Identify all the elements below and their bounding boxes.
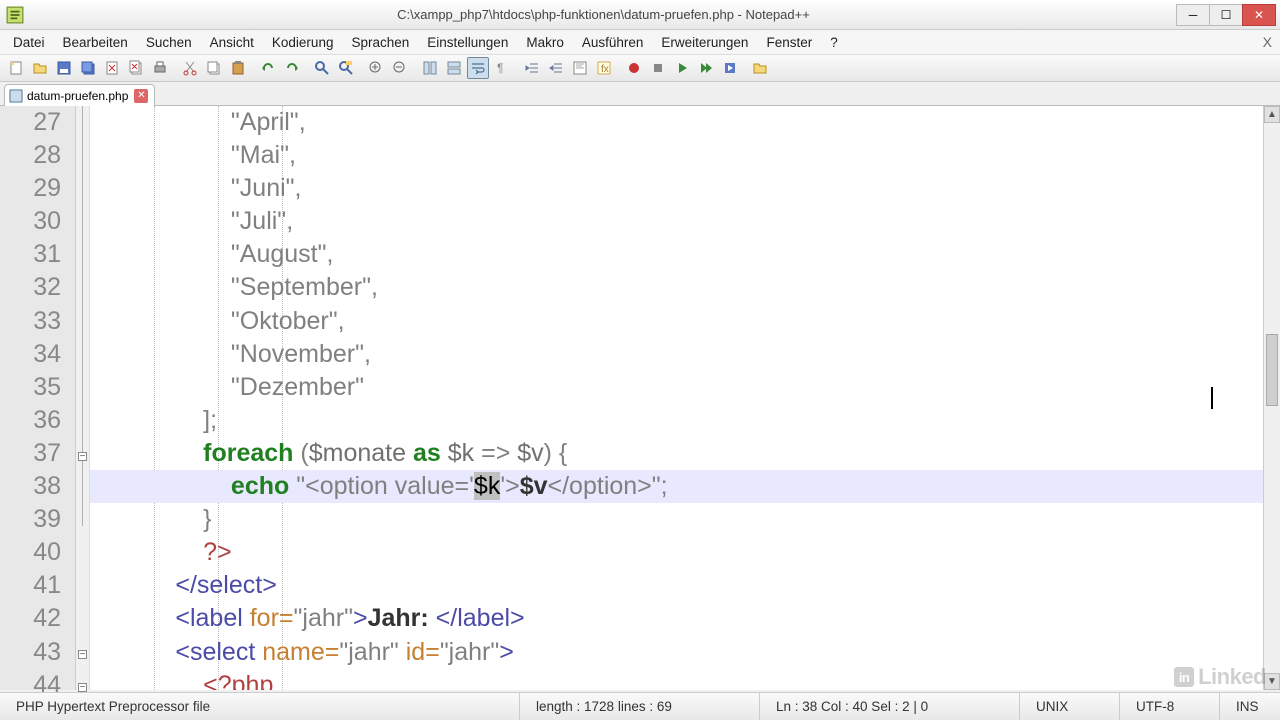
- maximize-button[interactable]: ☐: [1209, 4, 1243, 26]
- toolbar: ¶ fx: [0, 54, 1280, 82]
- status-position: Ln : 38 Col : 40 Sel : 2 | 0: [760, 693, 1020, 720]
- macro-play-icon[interactable]: [671, 57, 693, 79]
- code-line[interactable]: <select name="jahr" id="jahr">: [90, 636, 1280, 669]
- code-line[interactable]: "April",: [90, 106, 1280, 139]
- copy-icon[interactable]: [203, 57, 225, 79]
- show-symbols-icon[interactable]: ¶: [491, 57, 513, 79]
- fold-toggle-icon[interactable]: −: [78, 452, 87, 461]
- code-line[interactable]: "Oktober",: [90, 305, 1280, 338]
- tab-bar: datum-pruefen.php ✕: [0, 82, 1280, 106]
- file-tab[interactable]: datum-pruefen.php ✕: [4, 84, 155, 106]
- close-button[interactable]: ✕: [1242, 4, 1276, 26]
- tab-close-icon[interactable]: ✕: [134, 89, 148, 103]
- zoom-in-icon[interactable]: [365, 57, 387, 79]
- code-line[interactable]: foreach ($monate as $k => $v) {: [90, 437, 1280, 470]
- macro-stop-icon[interactable]: [647, 57, 669, 79]
- app-icon: [6, 6, 24, 24]
- close-all-icon[interactable]: [125, 57, 147, 79]
- save-all-icon[interactable]: [77, 57, 99, 79]
- editor-area: 272829303132333435363738394041424344 − −…: [0, 106, 1280, 690]
- status-encoding: UTF-8: [1120, 693, 1220, 720]
- window-title: C:\xampp_php7\htdocs\php-funktionen\datu…: [30, 7, 1177, 22]
- minimize-button[interactable]: ─: [1176, 4, 1210, 26]
- outdent-icon[interactable]: [545, 57, 567, 79]
- code-line[interactable]: <?php: [90, 669, 1280, 690]
- code-line[interactable]: <label for="jahr">Jahr: </label>: [90, 602, 1280, 635]
- zoom-out-icon[interactable]: [389, 57, 411, 79]
- save-icon[interactable]: [53, 57, 75, 79]
- menu-item[interactable]: Kodierung: [263, 33, 343, 52]
- menu-item[interactable]: Erweiterungen: [652, 33, 757, 52]
- code-line[interactable]: "August",: [90, 238, 1280, 271]
- code-line[interactable]: "Mai",: [90, 139, 1280, 172]
- code-line[interactable]: ];: [90, 404, 1280, 437]
- find-icon[interactable]: [311, 57, 333, 79]
- scroll-thumb[interactable]: [1266, 334, 1278, 406]
- print-icon[interactable]: [149, 57, 171, 79]
- redo-icon[interactable]: [281, 57, 303, 79]
- code-line[interactable]: "November",: [90, 338, 1280, 371]
- cut-icon[interactable]: [179, 57, 201, 79]
- scroll-down-icon[interactable]: ▼: [1264, 673, 1280, 690]
- doc-map-icon[interactable]: [569, 57, 591, 79]
- fold-toggle-icon[interactable]: −: [78, 650, 87, 659]
- status-language: PHP Hypertext Preprocessor file: [0, 693, 520, 720]
- sync-v-icon[interactable]: [419, 57, 441, 79]
- replace-icon[interactable]: [335, 57, 357, 79]
- mdi-close-button[interactable]: X: [1263, 34, 1272, 50]
- menu-bar: Datei Bearbeiten Suchen Ansicht Kodierun…: [0, 30, 1280, 54]
- open-file-icon[interactable]: [29, 57, 51, 79]
- new-file-icon[interactable]: [5, 57, 27, 79]
- sync-h-icon[interactable]: [443, 57, 465, 79]
- menu-item[interactable]: Bearbeiten: [54, 33, 137, 52]
- status-insert-mode: INS: [1220, 693, 1280, 720]
- status-bar: PHP Hypertext Preprocessor file length :…: [0, 692, 1280, 720]
- macro-record-icon[interactable]: [623, 57, 645, 79]
- menu-item[interactable]: ?: [821, 33, 847, 52]
- menu-item[interactable]: Suchen: [137, 33, 201, 52]
- code-line[interactable]: echo "<option value='$k'>$v</option>";: [90, 470, 1280, 503]
- fold-toggle-icon[interactable]: −: [78, 683, 87, 692]
- code-line[interactable]: }: [90, 503, 1280, 536]
- macro-save-icon[interactable]: [719, 57, 741, 79]
- code-line[interactable]: "September",: [90, 271, 1280, 304]
- word-wrap-icon[interactable]: [467, 57, 489, 79]
- indent-icon[interactable]: [521, 57, 543, 79]
- undo-icon[interactable]: [257, 57, 279, 79]
- text-cursor-icon: [1211, 387, 1213, 409]
- file-type-icon: [9, 89, 23, 103]
- code-line[interactable]: </select>: [90, 569, 1280, 602]
- status-eol: UNIX: [1020, 693, 1120, 720]
- svg-text:¶: ¶: [497, 61, 503, 75]
- fold-column: − − −: [76, 106, 90, 690]
- scroll-up-icon[interactable]: ▲: [1264, 106, 1280, 123]
- watermark: in Linked: [1174, 664, 1266, 690]
- plugin-icon[interactable]: [749, 57, 771, 79]
- status-length: length : 1728 lines : 69: [520, 693, 760, 720]
- menu-item[interactable]: Fenster: [757, 33, 821, 52]
- menu-item[interactable]: Ausführen: [573, 33, 653, 52]
- paste-icon[interactable]: [227, 57, 249, 79]
- menu-item[interactable]: Sprachen: [342, 33, 418, 52]
- menu-item[interactable]: Einstellungen: [418, 33, 517, 52]
- code-line[interactable]: "Juli",: [90, 205, 1280, 238]
- macro-play-multi-icon[interactable]: [695, 57, 717, 79]
- menu-item[interactable]: Makro: [517, 33, 573, 52]
- func-list-icon[interactable]: fx: [593, 57, 615, 79]
- code-line[interactable]: "Dezember": [90, 371, 1280, 404]
- close-file-icon[interactable]: [101, 57, 123, 79]
- menu-item[interactable]: Ansicht: [201, 33, 263, 52]
- title-bar: C:\xampp_php7\htdocs\php-funktionen\datu…: [0, 0, 1280, 30]
- vertical-scrollbar[interactable]: ▲ ▼: [1263, 106, 1280, 690]
- menu-item[interactable]: Datei: [4, 33, 54, 52]
- code-line[interactable]: "Juni",: [90, 172, 1280, 205]
- code-line[interactable]: ?>: [90, 536, 1280, 569]
- tab-label: datum-pruefen.php: [27, 89, 128, 103]
- code-area[interactable]: "April", "Mai", "Juni", "Juli", "August"…: [90, 106, 1280, 690]
- linkedin-icon: in: [1174, 667, 1194, 687]
- svg-text:fx: fx: [601, 64, 609, 75]
- line-gutter: 272829303132333435363738394041424344: [0, 106, 76, 690]
